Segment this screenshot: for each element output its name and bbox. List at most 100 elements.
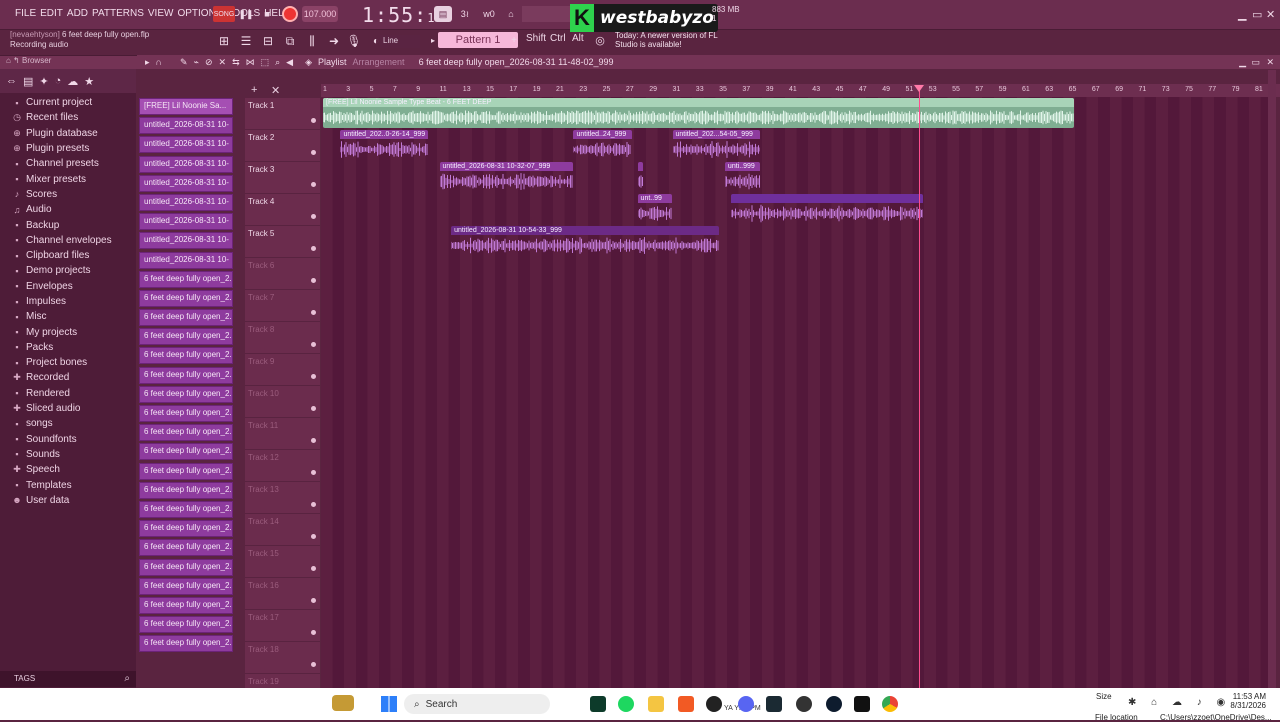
shift-key[interactable]: Shift bbox=[526, 33, 546, 44]
time-display[interactable]: 1:55:10 bbox=[362, 3, 444, 27]
audio-clip[interactable] bbox=[637, 162, 644, 192]
audio-clip[interactable]: untitled_2026-08-31 10-54-33_999 bbox=[451, 226, 720, 256]
delete-icon[interactable]: ⊘ bbox=[205, 57, 213, 68]
browser-item-user-data[interactable]: ☻ User data bbox=[0, 493, 136, 508]
browser-item-current-project[interactable]: ▪ Current project bbox=[0, 95, 136, 110]
arrow-icon[interactable]: ➜ bbox=[324, 32, 344, 50]
track-mute-icon[interactable] bbox=[311, 502, 316, 507]
track-mute-icon[interactable] bbox=[311, 342, 316, 347]
playlist-subtitle[interactable]: Arrangement bbox=[353, 57, 405, 67]
stop-button[interactable]: ■ bbox=[259, 6, 275, 22]
browser-item-sliced-audio[interactable]: ✚ Sliced audio bbox=[0, 401, 136, 416]
browser-item-channel-envelopes[interactable]: ▪ Channel envelopes bbox=[0, 233, 136, 248]
browser-item-channel-presets[interactable]: ▪ Channel presets bbox=[0, 156, 136, 171]
track-header[interactable]: Track 18 bbox=[245, 642, 320, 674]
track-header[interactable]: Track 16 bbox=[245, 578, 320, 610]
browser-item-mixer-presets[interactable]: ▪ Mixer presets bbox=[0, 171, 136, 186]
slip-icon[interactable]: ⇆ bbox=[232, 57, 240, 68]
timeline-ruler[interactable]: 1 3 5 7 9 11 13 15 17 19 21 23 25 27 29 31 33 35 37 39 41 43 4… bbox=[321, 84, 1280, 97]
track-header[interactable]: Track 10 bbox=[245, 386, 320, 418]
obs-icon[interactable] bbox=[796, 696, 812, 712]
audio-clip[interactable] bbox=[730, 194, 923, 224]
taskbar-search[interactable]: ⌕ Search bbox=[404, 694, 550, 714]
audio-clip[interactable]: untitled_202..0-26-14_999 bbox=[340, 130, 428, 160]
track-mute-icon[interactable] bbox=[311, 406, 316, 411]
playlist-minimize-icon[interactable]: ▁ bbox=[1239, 57, 1246, 68]
ctrl-key[interactable]: Ctrl bbox=[550, 33, 566, 44]
track-header[interactable]: Track 14 bbox=[245, 514, 320, 546]
track-header[interactable]: Track 7 bbox=[245, 290, 320, 322]
slice-icon[interactable]: ⋈ bbox=[246, 57, 255, 68]
browser-item-speech[interactable]: ✚ Speech bbox=[0, 462, 136, 477]
audio-clip[interactable]: [FREE] Lil Noonie Sample Type Beat - 6 F… bbox=[323, 98, 1075, 128]
browser-item-songs[interactable]: ▪ songs bbox=[0, 416, 136, 431]
widget-icon[interactable] bbox=[332, 695, 354, 711]
playlist-close-icon[interactable]: ✕ bbox=[1266, 57, 1274, 68]
track-mute-icon[interactable] bbox=[311, 278, 316, 283]
track-mute-icon[interactable] bbox=[311, 438, 316, 443]
song-mode-button[interactable]: SONG bbox=[213, 6, 235, 22]
track-mute-icon[interactable] bbox=[311, 534, 316, 539]
browser-item-soundfonts[interactable]: ▪ Soundfonts bbox=[0, 432, 136, 447]
browser-item-recorded[interactable]: ✚ Recorded bbox=[0, 370, 136, 385]
pattern-add-icon[interactable]: + bbox=[508, 32, 520, 48]
playlist-scrollbar[interactable] bbox=[1268, 70, 1276, 688]
track-mute-icon[interactable] bbox=[311, 182, 316, 187]
piano-roll-icon[interactable]: ⊟ bbox=[258, 32, 278, 50]
tray-clock[interactable]: 11:53 AM 8/31/2026 bbox=[1220, 692, 1266, 710]
browser-item-recent-files[interactable]: ◷ Recent files bbox=[0, 110, 136, 125]
mute-tool-icon[interactable]: ✕ bbox=[219, 57, 227, 68]
browser-item-sounds[interactable]: ▪ Sounds bbox=[0, 447, 136, 462]
browser-item-envelopes[interactable]: ▪ Envelopes bbox=[0, 279, 136, 294]
track-header[interactable]: Track 13 bbox=[245, 482, 320, 514]
browser-item-clipboard-files[interactable]: ▪ Clipboard files bbox=[0, 248, 136, 263]
metronome-icon[interactable]: ⌂ bbox=[502, 6, 520, 22]
browser-filter-icon[interactable]: ⇔ bbox=[6, 75, 17, 87]
track-header[interactable]: Track 9 bbox=[245, 354, 320, 386]
news-icon[interactable]: ◎ bbox=[592, 32, 608, 48]
track-header[interactable]: Track 4 bbox=[245, 194, 320, 226]
track-mute-icon[interactable] bbox=[311, 598, 316, 603]
tags-bar[interactable]: TAGS ⌕ bbox=[0, 671, 136, 687]
playlist-magnet-icon[interactable]: ∩ bbox=[156, 57, 162, 67]
app-icon[interactable] bbox=[706, 696, 722, 712]
playhead[interactable] bbox=[919, 85, 920, 689]
start-icon[interactable] bbox=[381, 696, 397, 712]
audio-clip[interactable]: untitled..24_999 bbox=[573, 130, 632, 160]
browser-item-rendered[interactable]: ▪ Rendered bbox=[0, 386, 136, 401]
browser-item-misc[interactable]: ▪ Misc bbox=[0, 309, 136, 324]
spotify-icon[interactable] bbox=[618, 696, 634, 712]
track-mute-icon[interactable] bbox=[311, 246, 316, 251]
alt-key[interactable]: Alt bbox=[572, 33, 584, 44]
browser-item-plugin-presets[interactable]: ⊕ Plugin presets bbox=[0, 141, 136, 156]
browser-icon[interactable]: ⧉ bbox=[280, 32, 300, 50]
select-icon[interactable]: ⬚ bbox=[261, 57, 270, 68]
terminal-icon[interactable] bbox=[766, 696, 782, 712]
tiktok-icon[interactable] bbox=[854, 696, 870, 712]
audio-clip[interactable]: untitled_202...54-05_999 bbox=[672, 130, 760, 160]
explorer-icon[interactable] bbox=[648, 696, 664, 712]
browser-star-icon[interactable]: ★ bbox=[84, 75, 94, 88]
playlist-icon[interactable]: ⊞ bbox=[214, 32, 234, 50]
browser-sample-icon[interactable]: ◔ bbox=[55, 75, 62, 87]
track-mute-icon[interactable] bbox=[311, 310, 316, 315]
menu-add[interactable]: ADD bbox=[66, 8, 89, 19]
track-mute-icon[interactable] bbox=[311, 118, 316, 123]
track-mute-icon[interactable] bbox=[311, 374, 316, 379]
browser-item-backup[interactable]: ▪ Backup bbox=[0, 217, 136, 232]
browser-item-scores[interactable]: ♪ Scores bbox=[0, 187, 136, 202]
zoom-icon[interactable]: ⌕ bbox=[275, 57, 280, 68]
mixer-icon[interactable]: ⫼ bbox=[302, 32, 322, 50]
playlist-restore-icon[interactable]: ▭ bbox=[1251, 57, 1260, 68]
browser-item-demo-projects[interactable]: ▪ Demo projects bbox=[0, 263, 136, 278]
playhead-marker-icon[interactable] bbox=[914, 85, 924, 92]
discord-icon[interactable] bbox=[738, 696, 754, 712]
menu-patterns[interactable]: PATTERNS bbox=[91, 8, 145, 19]
track-header[interactable]: Track 11 bbox=[245, 418, 320, 450]
brush-icon[interactable]: ⌁ bbox=[194, 57, 199, 68]
browser-item-impulses[interactable]: ▪ Impulses bbox=[0, 294, 136, 309]
minimize-icon[interactable]: ▁ bbox=[1238, 8, 1246, 21]
tray-icons[interactable]: ✱ ⌂ ☁ ♪ ◉ bbox=[1128, 697, 1231, 708]
track-header[interactable]: Track 17 bbox=[245, 610, 320, 642]
track-header[interactable]: Track 1 bbox=[245, 98, 320, 130]
